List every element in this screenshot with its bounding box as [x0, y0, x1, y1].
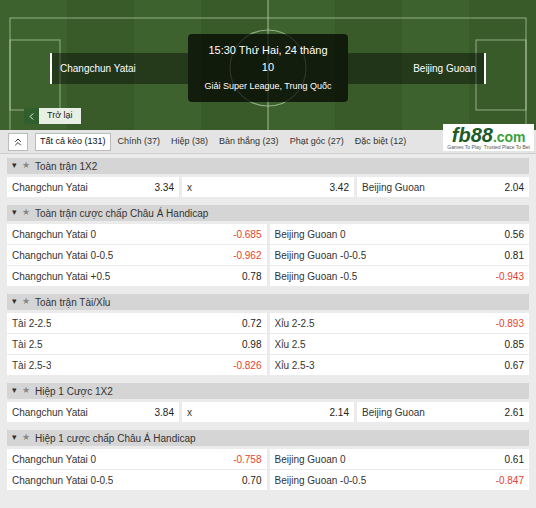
toggle-icon[interactable]: ▾ [12, 431, 17, 445]
match-time: 15:30 Thứ Hai, 24 tháng 10 [202, 42, 334, 75]
odds-cell[interactable]: Beijing Guoan2.61 [357, 402, 529, 422]
odds-row: Tài 2.5-3-0.826Xỉu 2.5-30.67 [7, 355, 529, 375]
match-info: 15:30 Thứ Hai, 24 tháng 10 Giải Super Lea… [188, 34, 348, 102]
odds-cell[interactable]: Beijing Guoan -0-0.50.81 [270, 245, 530, 265]
odds-row: Tài 2.50.98Xỉu 2.50.85 [7, 334, 529, 354]
star-icon[interactable]: ★ [22, 159, 30, 173]
market-section: ▾★Hiệp 1 cược chấp Châu Á HandicapChangc… [7, 430, 529, 490]
odds-row: Changchun Yatai 0-0.5-0.962Beijing Guoan… [7, 245, 529, 265]
odds-row: Changchun Yatai +0.50.78Beijing Guoan -0… [7, 266, 529, 286]
market-section: ▾★Hiệp 1 Cược 1X2Changchun Yatai3.84x2.1… [7, 383, 529, 422]
collapse-all-button[interactable] [8, 133, 28, 151]
odds-cell[interactable]: Changchun Yatai +0.50.78 [7, 266, 267, 286]
star-icon[interactable]: ★ [22, 431, 30, 445]
odds-cell[interactable]: Beijing Guoan 00.61 [270, 449, 530, 469]
odds-cell[interactable]: x2.14 [182, 402, 354, 422]
star-icon[interactable]: ★ [22, 206, 30, 220]
section-header[interactable]: ▾★Toàn trận 1X2 [7, 158, 529, 174]
toggle-icon[interactable]: ▾ [12, 206, 17, 220]
market-section: ▾★Toàn trận 1X2Changchun Yatai3.34x3.42B… [7, 158, 529, 197]
back-button[interactable]: Trở lại [24, 108, 81, 124]
away-team: Beijing Guoan [348, 53, 486, 84]
tab[interactable]: Chính (37) [114, 133, 165, 151]
star-icon[interactable]: ★ [22, 295, 30, 309]
odds-cell[interactable]: Changchun Yatai 0-0.5-0.962 [7, 245, 267, 265]
odds-cell[interactable]: Changchun Yatai 0-0.758 [7, 449, 267, 469]
match-header: Changchun Yatai15:30 Thứ Hai, 24 tháng 1… [0, 0, 536, 130]
odds-cell[interactable]: Changchun Yatai 0-0.685 [7, 224, 267, 244]
odds-row: Changchun Yatai3.34x3.42Beijing Guoan2.0… [7, 177, 529, 197]
toggle-icon[interactable]: ▾ [12, 295, 17, 309]
home-team: Changchun Yatai [50, 53, 188, 84]
odds-cell[interactable]: Xỉu 2.5-30.67 [270, 355, 530, 375]
odds-row: Changchun Yatai 0-0.758Beijing Guoan 00.… [7, 449, 529, 469]
odds-cell[interactable]: Xỉu 2.50.85 [270, 334, 530, 354]
star-icon[interactable]: ★ [22, 384, 30, 398]
back-icon [26, 111, 37, 122]
tab[interactable]: Phạt góc (27) [286, 133, 348, 151]
odds-row: Changchun Yatai3.84x2.14Beijing Guoan2.6… [7, 402, 529, 422]
markets: ▾★Toàn trận 1X2Changchun Yatai3.34x3.42B… [0, 154, 536, 490]
section-header[interactable]: ▾★Hiệp 1 Cược 1X2 [7, 383, 529, 399]
match-bar: Changchun Yatai 15:30 Thứ Hai, 24 tháng 1… [0, 40, 536, 96]
tab[interactable]: Tất cả kèo (131) [35, 133, 111, 151]
page: Changchun Yatai15:30 Thứ Hai, 24 tháng 1… [0, 0, 536, 508]
odds-cell[interactable]: Xỉu 2-2.5-0.893 [270, 313, 530, 333]
tab[interactable]: Hiệp (38) [167, 133, 212, 151]
section-header[interactable]: ▾★Toàn trận cược chấp Châu Á Handicap [7, 205, 529, 221]
odds-cell[interactable]: Tài 2.50.98 [7, 334, 267, 354]
section-header[interactable]: ▾★Hiệp 1 cược chấp Châu Á Handicap [7, 430, 529, 446]
toggle-icon[interactable]: ▾ [12, 384, 17, 398]
odds-cell[interactable]: Beijing Guoan2.04 [357, 177, 529, 197]
odds-row: Changchun Yatai 0-0.50.70Beijing Guoan -… [7, 470, 529, 490]
odds-cell[interactable]: Beijing Guoan -0.5-0.943 [270, 266, 530, 286]
odds-cell[interactable]: Changchun Yatai3.34 [7, 177, 179, 197]
tab[interactable]: Đặc biệt (12) [351, 133, 411, 151]
odds-cell[interactable]: Changchun Yatai 0-0.50.70 [7, 470, 267, 490]
odds-cell[interactable]: Beijing Guoan 00.56 [270, 224, 530, 244]
collapse-icon [12, 136, 24, 148]
logo: fb88.comGames To Play Trusted Place To B… [443, 124, 534, 151]
odds-cell[interactable]: x3.42 [182, 177, 354, 197]
odds-row: Changchun Yatai 0-0.685Beijing Guoan 00.… [7, 224, 529, 244]
odds-cell[interactable]: Beijing Guoan -0-0.5-0.847 [270, 470, 530, 490]
odds-cell[interactable]: Changchun Yatai3.84 [7, 402, 179, 422]
match-league: Giải Super League, Trung Quốc [202, 80, 334, 94]
odds-cell[interactable]: Tài 2-2.50.72 [7, 313, 267, 333]
odds-row: Tài 2-2.50.72Xỉu 2-2.5-0.893 [7, 313, 529, 333]
section-header[interactable]: ▾★Toàn trận Tài/Xỉu [7, 294, 529, 310]
market-section: ▾★Toàn trận Tài/XỉuTài 2-2.50.72Xỉu 2-2.… [7, 294, 529, 375]
toggle-icon[interactable]: ▾ [12, 159, 17, 173]
odds-cell[interactable]: Tài 2.5-3-0.826 [7, 355, 267, 375]
tab[interactable]: Bàn thắng (23) [215, 133, 283, 151]
market-section: ▾★Toàn trận cược chấp Châu Á HandicapCha… [7, 205, 529, 286]
